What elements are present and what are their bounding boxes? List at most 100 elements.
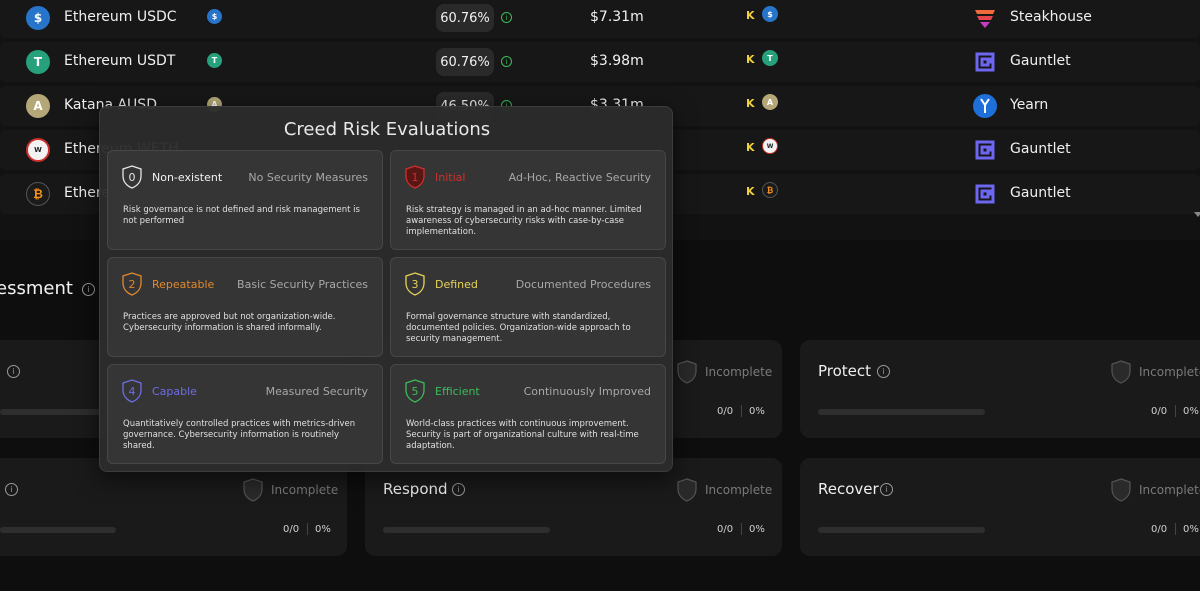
progress-bar: [0, 409, 110, 415]
katana-icon: K: [746, 141, 755, 154]
progress-percent: 0%: [315, 524, 331, 535]
table-row[interactable]: T Ethereum USDT T 60.76% i $3.98m K T Ga…: [0, 42, 1200, 82]
level-description: Risk governance is not defined and risk …: [123, 205, 360, 226]
shield-icon: [677, 478, 697, 502]
level-name: Repeatable: [152, 278, 215, 291]
progress-bar: [383, 527, 550, 533]
level-card-0: 0 Non-existent No Security Measures Risk…: [107, 150, 383, 250]
svg-text:3: 3: [412, 278, 419, 291]
status-label: Incomplete: [1139, 483, 1200, 497]
level-subtitle: Measured Security: [265, 385, 368, 398]
curator-name: Yearn: [1010, 97, 1049, 113]
weth-icon: W: [26, 138, 50, 162]
level-name: Defined: [435, 278, 478, 291]
info-icon[interactable]: i: [501, 56, 512, 67]
progress-percent: 0%: [1183, 524, 1199, 535]
progress-count: 0/0: [1151, 524, 1168, 535]
section-title: essment: [0, 278, 73, 299]
status-label: Incomplete: [705, 365, 773, 379]
progress-count: 0/0: [717, 524, 734, 535]
shield-icon: [1111, 360, 1131, 384]
info-icon[interactable]: i: [5, 483, 18, 496]
level-description: Risk strategy is managed in an ad-hoc ma…: [406, 205, 642, 237]
info-icon[interactable]: i: [877, 365, 890, 378]
assessment-card-respond[interactable]: Respond i Incomplete 0/0 0%: [365, 458, 782, 556]
progress-count: 0/0: [717, 406, 734, 417]
info-icon[interactable]: i: [880, 483, 893, 496]
weth-icon: W: [762, 138, 778, 154]
level-subtitle: Ad-Hoc, Reactive Security: [508, 171, 651, 184]
level-subtitle: Continuously Improved: [523, 385, 651, 398]
level-card-5: 5 Efficient Continuously Improved World-…: [390, 364, 666, 464]
vault-name: Ethereum USDT: [64, 53, 176, 69]
usdc-icon: $: [207, 9, 222, 24]
ausd-icon: A: [762, 94, 778, 110]
assessment-card-recover[interactable]: Recover i Incomplete 0/0 0%: [800, 458, 1200, 556]
svg-text:4: 4: [129, 385, 136, 398]
level-card-2: 2 Repeatable Basic Security Practices Pr…: [107, 257, 383, 357]
shield-icon: [243, 478, 263, 502]
level-card-4: 4 Capable Measured Security Quantitative…: [107, 364, 383, 464]
progress-percent: 0%: [1183, 406, 1199, 417]
level-description: Practices are approved but not organizat…: [123, 312, 336, 333]
divider: [307, 523, 308, 535]
svg-text:1: 1: [412, 171, 419, 184]
info-icon[interactable]: i: [452, 483, 465, 496]
level-card-3: 3 Defined Documented Procedures Formal g…: [390, 257, 666, 357]
usdt-icon: T: [207, 53, 222, 68]
gauntlet-icon: [973, 138, 997, 162]
info-icon[interactable]: i: [501, 12, 512, 23]
assessment-card[interactable]: i Incomplete 0/0 0%: [0, 458, 347, 556]
risk-evaluations-modal: Creed Risk Evaluations 0 Non-existent No…: [99, 106, 673, 472]
info-icon[interactable]: i: [7, 365, 20, 378]
level-card-1: 1 Initial Ad-Hoc, Reactive Security Risk…: [390, 150, 666, 250]
curator-name: Steakhouse: [1010, 9, 1092, 25]
shield-0-icon: 0: [122, 165, 142, 189]
gauntlet-icon: [973, 50, 997, 74]
shield-4-icon: 4: [122, 379, 142, 403]
status-label: Incomplete: [271, 483, 339, 497]
tvl-value: $3.98m: [590, 53, 644, 69]
level-name: Initial: [435, 171, 466, 184]
level-description: Quantitatively controlled practices with…: [123, 419, 356, 451]
progress-percent: 0%: [749, 406, 765, 417]
usdt-icon: T: [26, 50, 50, 74]
scroll-down-icon[interactable]: [1194, 212, 1200, 217]
level-subtitle: Basic Security Practices: [237, 278, 368, 291]
usdc-icon: $: [762, 6, 778, 22]
steakhouse-icon: [973, 6, 997, 30]
curator-name: Gauntlet: [1010, 185, 1071, 201]
level-description: Formal governance structure with standar…: [406, 312, 631, 344]
status-label: Incomplete: [1139, 365, 1200, 379]
progress-bar: [818, 527, 985, 533]
curator-name: Gauntlet: [1010, 141, 1071, 157]
assessment-card-protect[interactable]: Protect i Incomplete 0/0 0%: [800, 340, 1200, 438]
shield-3-icon: 3: [405, 272, 425, 296]
card-title: Respond: [383, 480, 448, 498]
shield-icon: [677, 360, 697, 384]
table-row[interactable]: $ Ethereum USDC $ 60.76% i $7.31m K $ St…: [0, 0, 1200, 38]
yearn-icon: [973, 94, 997, 118]
apy-pill: 60.76%: [436, 48, 494, 76]
level-name: Non-existent: [152, 171, 223, 184]
progress-percent: 0%: [749, 524, 765, 535]
svg-text:0: 0: [129, 171, 136, 184]
katana-icon: K: [746, 53, 755, 66]
level-subtitle: No Security Measures: [248, 171, 368, 184]
modal-title: Creed Risk Evaluations: [283, 119, 491, 140]
progress-bar: [818, 409, 985, 415]
progress-bar: [0, 527, 116, 533]
level-name: Efficient: [435, 385, 480, 398]
katana-icon: K: [746, 97, 755, 110]
katana-icon: K: [746, 9, 755, 22]
apy-pill: 60.76%: [436, 4, 494, 32]
tvl-value: $7.31m: [590, 9, 644, 25]
card-title: Protect: [818, 362, 872, 380]
usdt-icon: T: [762, 50, 778, 66]
shield-2-icon: 2: [122, 272, 142, 296]
info-icon[interactable]: i: [82, 283, 95, 296]
wbtc-icon: ₿: [26, 182, 50, 206]
ausd-icon: A: [26, 94, 50, 118]
divider: [1175, 523, 1176, 535]
divider: [1175, 405, 1176, 417]
